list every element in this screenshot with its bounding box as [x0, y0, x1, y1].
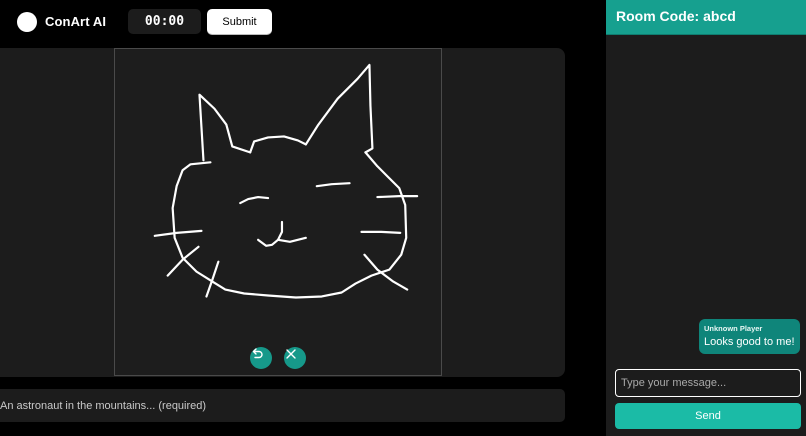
clear-canvas-button[interactable] — [284, 347, 306, 369]
logo-icon — [17, 12, 37, 32]
app-root: ConArt AI 00:00 Submit An astronaut in t… — [0, 0, 806, 436]
undo-button[interactable] — [250, 347, 272, 369]
message-text: Looks good to me! — [704, 336, 795, 348]
drawing-canvas[interactable] — [114, 48, 442, 376]
close-x-icon — [286, 349, 296, 359]
prompt-bar — [0, 389, 565, 422]
send-button[interactable]: Send — [615, 403, 801, 429]
room-code-label: Room Code: abcd — [616, 8, 736, 24]
round-timer: 00:00 — [128, 9, 201, 34]
chat-message: Unknown Player Looks good to me! — [699, 319, 800, 354]
chat-message-input[interactable] — [615, 369, 801, 397]
brand-name: ConArt AI — [45, 14, 107, 29]
submit-button[interactable]: Submit — [207, 9, 272, 34]
undo-arrow-icon — [252, 348, 263, 359]
message-author: Unknown Player — [704, 324, 763, 333]
prompt-input[interactable] — [0, 389, 560, 422]
cat-sketch — [153, 63, 419, 299]
chat-panel: Room Code: abcd Unknown Player Looks goo… — [606, 0, 806, 436]
chat-header: Room Code: abcd — [606, 0, 806, 35]
